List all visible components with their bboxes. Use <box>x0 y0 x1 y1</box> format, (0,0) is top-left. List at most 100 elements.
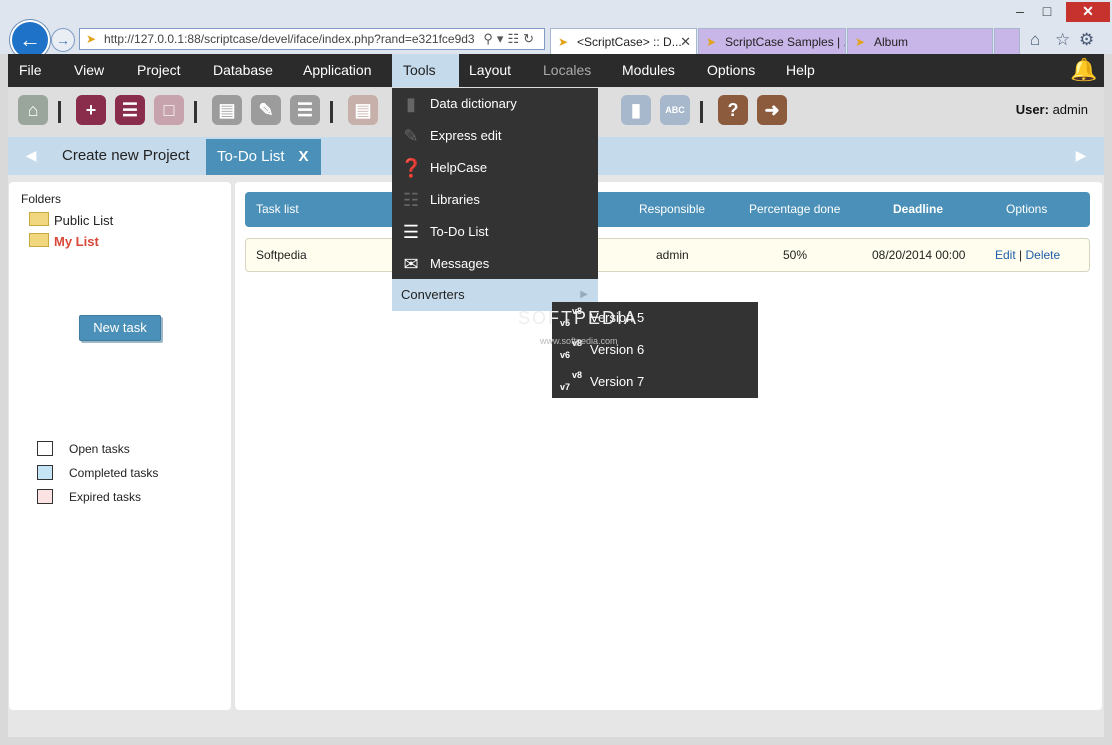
close-window-button[interactable]: ✕ <box>1066 2 1110 22</box>
legend-label: Open tasks <box>69 442 130 456</box>
document-icon[interactable]: ▤ <box>348 95 378 125</box>
menu-project[interactable]: Project <box>126 54 192 87</box>
tab-todo-list[interactable]: To-Do List X <box>206 139 321 175</box>
menu-item-label: Data dictionary <box>430 96 517 111</box>
new-project-icon[interactable]: + <box>76 95 106 125</box>
folder-label: My List <box>54 234 99 249</box>
menu-item-version-7[interactable]: v8 v7 Version 7 <box>552 366 758 398</box>
tab-favicon-icon: ➤ <box>855 35 866 49</box>
cell-deadline: 08/20/2014 00:00 <box>872 248 966 262</box>
user-label: User: <box>1015 102 1049 117</box>
legend-swatch <box>37 441 53 456</box>
open-project-icon[interactable]: ☰ <box>115 95 145 125</box>
menu-help[interactable]: Help <box>775 54 826 87</box>
book-icon: ▮ <box>406 94 416 114</box>
spellcheck-icon[interactable]: ABC <box>660 95 690 125</box>
user-info: User: admin <box>1016 102 1088 117</box>
project-properties-icon[interactable]: □ <box>154 95 184 125</box>
delete-link[interactable]: Delete <box>1026 248 1061 262</box>
folders-panel: Folders Public List My List New task Ope… <box>9 182 231 710</box>
legend-label: Completed tasks <box>69 466 159 480</box>
legend-open-tasks: Open tasks <box>37 441 130 456</box>
settings-gear-icon[interactable]: ⚙ <box>1079 30 1094 50</box>
folder-icon <box>29 233 49 247</box>
folder-my-list[interactable]: My List <box>29 233 99 249</box>
scriptcase-favicon-icon: ➤ <box>86 32 97 46</box>
menu-item-messages[interactable]: ✉ Messages <box>392 248 598 280</box>
menu-item-label: Converters <box>401 287 465 302</box>
menu-view[interactable]: View <box>63 54 115 87</box>
menu-item-label: HelpCase <box>430 160 488 175</box>
exit-door-icon[interactable]: ➜ <box>757 95 787 125</box>
favorites-star-icon[interactable]: ☆ <box>1055 30 1070 50</box>
folders-title: Folders <box>21 192 62 206</box>
legend-swatch <box>37 489 53 504</box>
minimize-button[interactable]: – <box>1007 2 1033 22</box>
help-tag-icon: ❓ <box>400 158 423 178</box>
menu-item-data-dictionary[interactable]: ▮ Data dictionary <box>392 88 598 120</box>
edit-link[interactable]: Edit <box>995 248 1016 262</box>
column-percentage-done[interactable]: Percentage done <box>749 192 840 227</box>
legend-expired-tasks: Expired tasks <box>37 489 141 504</box>
libraries-books-icon: ☷ <box>402 190 420 210</box>
close-tab-button[interactable]: X <box>299 148 309 165</box>
watermark: SOFTPEDIA <box>518 308 639 328</box>
menu-item-todo-list[interactable]: ☰ To-Do List <box>392 216 598 248</box>
toolbar-separator <box>330 101 333 123</box>
column-responsible[interactable]: Responsible <box>639 192 705 227</box>
address-bar[interactable]: ➤ http://127.0.0.1:88/scriptcase/devel/i… <box>79 28 545 50</box>
menu-database[interactable]: Database <box>202 54 284 87</box>
menu-item-label: To-Do List <box>430 224 489 239</box>
menu-tools[interactable]: Tools <box>392 54 459 87</box>
menu-item-express-edit[interactable]: ✎ Express edit <box>392 120 598 152</box>
tab-favicon-icon: ➤ <box>706 35 717 49</box>
user-name: admin <box>1052 102 1088 117</box>
column-deadline[interactable]: Deadline <box>893 192 943 227</box>
forward-arrow-icon[interactable]: → <box>51 28 75 52</box>
menu-layout[interactable]: Layout <box>458 54 522 87</box>
new-tab-button[interactable] <box>994 28 1020 54</box>
browser-tab-scriptcase[interactable]: ➤ <ScriptCase> :: D... ✕ <box>550 28 697 54</box>
notification-bell-icon[interactable]: 🔔 <box>1070 57 1097 83</box>
new-task-button[interactable]: New task <box>79 315 161 341</box>
help-question-icon[interactable]: ? <box>718 95 748 125</box>
browser-tab-album[interactable]: ➤ Album <box>847 28 993 54</box>
browser-tab-samples[interactable]: ➤ ScriptCase Samples | ... <box>698 28 846 54</box>
toolbar-separator <box>194 101 197 123</box>
book-icon[interactable]: ▮ <box>621 95 651 125</box>
menu-file[interactable]: File <box>8 54 53 87</box>
address-url: http://127.0.0.1:88/scriptcase/devel/ifa… <box>104 32 474 46</box>
close-tab-icon[interactable]: ✕ <box>680 34 691 50</box>
version-from: v6 <box>560 350 571 360</box>
database-icon[interactable]: ☰ <box>290 95 320 125</box>
menu-item-label: Version 7 <box>590 374 645 389</box>
menu-item-libraries[interactable]: ☷ Libraries <box>392 184 598 216</box>
menu-application[interactable]: Application <box>292 54 383 87</box>
tab-create-new-project[interactable]: Create new Project <box>54 137 198 175</box>
column-task-list[interactable]: Task list <box>256 192 299 227</box>
column-options: Options <box>1006 202 1048 216</box>
grid-header: Task list Responsible Percentage done De… <box>245 192 1090 227</box>
menu-bar: File View Project Database Application T… <box>8 54 1104 87</box>
menu-modules[interactable]: Modules <box>611 54 686 87</box>
menu-options[interactable]: Options <box>696 54 766 87</box>
new-application-icon[interactable]: ▤ <box>212 95 242 125</box>
edit-application-icon[interactable]: ✎ <box>251 95 281 125</box>
menu-locales[interactable]: Locales <box>532 54 602 87</box>
table-row: Softpedia admin 50% 08/20/2014 00:00 Edi… <box>245 238 1090 272</box>
menu-item-label: Libraries <box>430 192 480 207</box>
cell-options: Edit | Delete <box>995 239 1060 271</box>
home-icon[interactable]: ⌂ <box>1030 30 1040 50</box>
checklist-icon: ☰ <box>402 222 420 242</box>
tab-scroll-right-icon[interactable]: ▶ <box>1058 137 1104 175</box>
envelope-icon: ✉ <box>403 254 419 274</box>
menu-item-helpcase[interactable]: ❓ HelpCase <box>392 152 598 184</box>
version-to: v8 <box>572 370 583 380</box>
toolbar-separator <box>58 101 61 123</box>
options-separator: | <box>1019 248 1023 262</box>
tab-scroll-left-icon[interactable]: ◀ <box>8 137 54 175</box>
maximize-button[interactable]: □ <box>1034 2 1060 22</box>
address-controls-icon[interactable]: ⚲▾☷↻ <box>483 31 538 47</box>
home-icon[interactable]: ⌂ <box>18 95 48 125</box>
folder-public-list[interactable]: Public List <box>29 212 113 228</box>
